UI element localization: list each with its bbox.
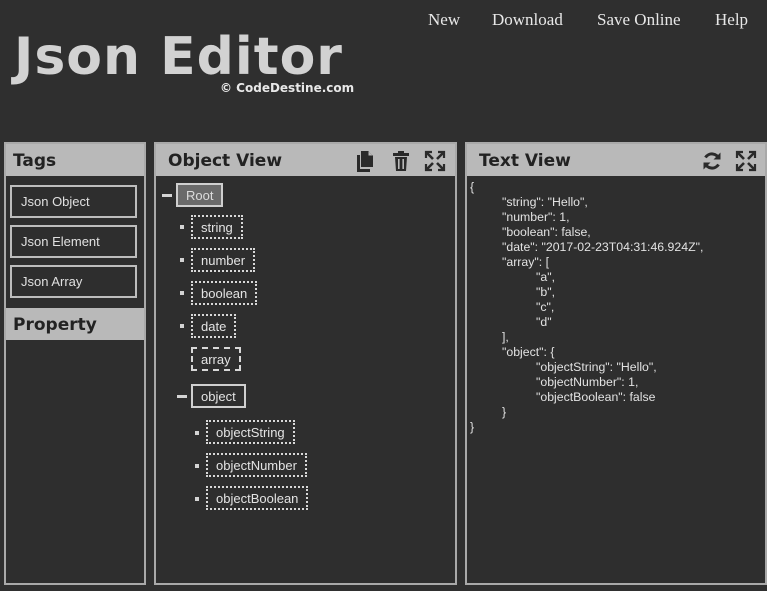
json-line: } xyxy=(470,420,475,434)
json-line: ], xyxy=(502,330,509,344)
tree-node-objectnumber[interactable]: objectNumber xyxy=(206,453,307,477)
text-view-header: Text View xyxy=(467,144,765,176)
tag-json-array-button[interactable]: Json Array xyxy=(10,265,137,298)
nav-download-link[interactable]: Download xyxy=(492,10,563,30)
expand-icon[interactable] xyxy=(424,150,446,184)
object-view-header: Object View xyxy=(156,144,455,176)
tags-panel-header: Tags xyxy=(6,144,144,176)
json-line: "d" xyxy=(536,315,552,329)
bullet-icon xyxy=(180,225,184,229)
json-line: "number": 1, xyxy=(502,210,570,224)
tree-node-date[interactable]: date xyxy=(191,314,237,338)
property-panel-header: Property xyxy=(6,308,144,340)
tree-node-string[interactable]: string xyxy=(191,215,243,239)
trash-icon[interactable] xyxy=(390,150,412,184)
bullet-icon xyxy=(180,291,184,295)
bullet-icon xyxy=(195,497,199,501)
nav-help-link[interactable]: Help xyxy=(715,10,748,30)
refresh-icon[interactable] xyxy=(701,150,723,184)
json-line: "b", xyxy=(536,285,555,299)
nav-new-link[interactable]: New xyxy=(428,10,460,30)
text-view-title: Text View xyxy=(479,151,571,171)
tags-panel: Tags Json Object Json Element Json Array… xyxy=(4,142,146,585)
collapse-object-icon[interactable] xyxy=(177,395,187,398)
tree-node-boolean[interactable]: boolean xyxy=(191,281,258,305)
tree-node-root[interactable]: Root xyxy=(176,183,224,207)
tree-node-objectstring[interactable]: objectString xyxy=(206,420,295,444)
tree-node-objectboolean[interactable]: objectBoolean xyxy=(206,486,309,510)
json-line: "c", xyxy=(536,300,555,314)
bullet-icon xyxy=(195,464,199,468)
json-line: "objectNumber": 1, xyxy=(536,375,639,389)
nav-save-online-link[interactable]: Save Online xyxy=(597,10,681,30)
bullet-icon xyxy=(195,431,199,435)
json-line: "object": { xyxy=(502,345,555,359)
bullet-icon xyxy=(180,258,184,262)
tree-node-object[interactable]: object xyxy=(191,384,246,408)
json-line: "string": "Hello", xyxy=(502,195,588,209)
json-line: "objectBoolean": false xyxy=(536,390,656,404)
tag-json-object-button[interactable]: Json Object xyxy=(10,185,137,218)
json-line: } xyxy=(502,405,507,419)
bullet-icon xyxy=(180,324,184,328)
json-line: "array": [ xyxy=(502,255,549,269)
object-view-panel: Object View Root string number boolean d… xyxy=(154,142,457,585)
json-line: "date": "2017-02-23T04:31:46.924Z", xyxy=(502,240,704,254)
object-view-title: Object View xyxy=(168,151,283,171)
credit-text: © CodeDestine.com xyxy=(220,81,355,95)
json-line: "a", xyxy=(536,270,555,284)
expand-icon[interactable] xyxy=(735,150,757,184)
collapse-root-icon[interactable] xyxy=(162,194,172,197)
tree-node-number[interactable]: number xyxy=(191,248,256,272)
json-line: "objectString": "Hello", xyxy=(536,360,657,374)
tree-node-array[interactable]: array xyxy=(191,347,241,371)
tag-json-element-button[interactable]: Json Element xyxy=(10,225,137,258)
json-line: { xyxy=(470,180,475,194)
copy-icon[interactable] xyxy=(355,150,377,184)
json-line: "boolean": false, xyxy=(502,225,591,239)
